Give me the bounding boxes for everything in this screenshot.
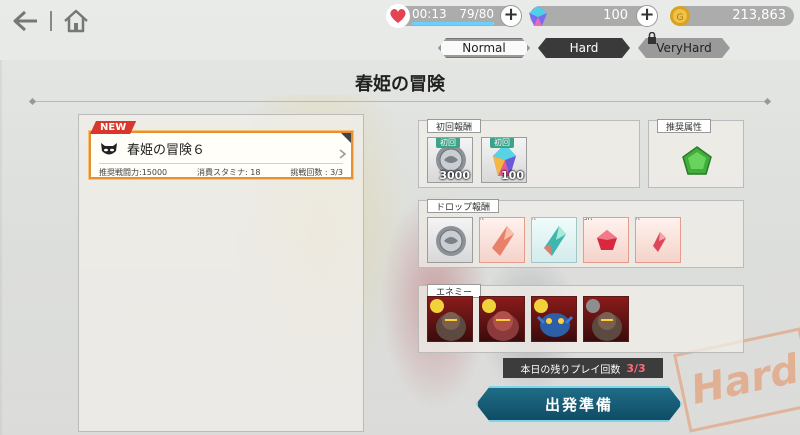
enemy-card[interactable] xyxy=(531,296,577,342)
item-count: 3000 xyxy=(439,169,470,182)
quest-card[interactable]: NEW 春姫の冒険６ 推奨戦闘力:15000 消費スタミナ: 18 挑戦回数 :… xyxy=(89,131,353,179)
chevron-right-icon xyxy=(339,149,347,159)
enemy-element-icon xyxy=(586,299,600,313)
stage-title: 春姫の冒険 xyxy=(355,74,445,95)
demon-mask-icon xyxy=(101,142,117,154)
first-clear-tag: 初回 xyxy=(490,138,514,148)
rarity-label: SR xyxy=(583,217,593,222)
first-reward-label: 初回報酬 xyxy=(427,119,482,133)
remaining-plays: 本日の残りプレイ回数 3/3 xyxy=(503,358,663,378)
gem-display: 100 + xyxy=(529,5,658,27)
remaining-plays-count: 3/3 xyxy=(626,361,646,375)
nav-separator xyxy=(50,11,52,31)
gem-add-button[interactable]: + xyxy=(636,5,658,27)
enemy-element-icon xyxy=(534,299,548,313)
stamina-display: 00:13 79/80 + xyxy=(386,4,522,28)
card-corner-ornament xyxy=(341,133,351,143)
stamina-add-button[interactable]: + xyxy=(500,5,522,27)
lock-icon xyxy=(648,32,656,44)
heart-icon xyxy=(386,4,410,28)
back-button[interactable] xyxy=(10,7,42,35)
recommended-element-panel: 推奨属性 xyxy=(648,119,744,188)
stamina-cost: 消費スタミナ: 18 xyxy=(197,168,261,177)
tab-hard[interactable]: Hard xyxy=(538,38,630,58)
nav-icons xyxy=(10,7,92,35)
stamina-value: 79/80 xyxy=(459,7,494,21)
orange-crystal-icon xyxy=(492,226,514,256)
svg-text:G: G xyxy=(677,13,684,23)
new-badge: NEW xyxy=(90,121,136,134)
quest-info-row: 推奨戦闘力:15000 消費スタミナ: 18 挑戦回数 : 3/3 xyxy=(99,163,343,178)
enemy-panel: エネミー xyxy=(418,284,744,353)
enemy-card[interactable] xyxy=(583,296,629,342)
first-reward-item-silver-coin[interactable]: 初回 3000 xyxy=(427,137,473,183)
gold-count: 213,863 xyxy=(732,8,786,23)
drop-reward-label: ドロップ報酬 xyxy=(427,199,500,213)
teal-crystal-icon xyxy=(544,226,566,256)
stamina-bar xyxy=(412,22,494,25)
quest-name-row: 春姫の冒険６ xyxy=(99,139,205,158)
stage-title-row: 春姫の冒険 xyxy=(30,70,770,102)
enemy-element-icon xyxy=(430,299,444,313)
back-arrow-icon xyxy=(13,10,37,32)
gem-count: 100 xyxy=(603,8,628,23)
silver-coin-icon xyxy=(436,226,466,256)
rarity-label: R xyxy=(635,217,640,222)
drop-reward-panel: ドロップ報酬 R R SR R xyxy=(418,199,744,268)
item-count: 100 xyxy=(501,169,524,182)
top-bar: 00:13 79/80 + 100 + G 213,863 xyxy=(0,0,800,40)
drop-item-red-gem[interactable]: SR xyxy=(583,217,629,263)
quest-name: 春姫の冒険６ xyxy=(127,143,206,158)
rarity-label: R xyxy=(531,217,536,222)
stamina-bar-fill xyxy=(412,22,493,25)
recommended-element-label: 推奨属性 xyxy=(657,119,712,133)
first-reward-item-rainbow-crystal[interactable]: 初回 100 xyxy=(481,137,527,183)
drop-item-silver-coin[interactable] xyxy=(427,217,473,263)
gem-icon xyxy=(526,4,550,28)
tab-veryhard-wrapper: VeryHard xyxy=(638,32,730,58)
quest-list-panel: NEW 春姫の冒険６ 推奨戦闘力:15000 消費スタミナ: 18 挑戦回数 :… xyxy=(78,114,364,432)
stamina-recovery-timer: 00:13 xyxy=(412,7,447,21)
title-divider xyxy=(30,101,770,102)
depart-prepare-button[interactable]: 出発準備 xyxy=(476,386,682,422)
drop-item-orange-crystal[interactable]: R xyxy=(479,217,525,263)
gold-coin-icon: G xyxy=(668,4,692,28)
remaining-plays-label: 本日の残りプレイ回数 xyxy=(520,364,621,376)
enemy-card[interactable] xyxy=(427,296,473,342)
drop-item-small-red-crystal[interactable]: R xyxy=(635,217,681,263)
home-icon xyxy=(64,9,88,33)
rarity-label: R xyxy=(479,217,484,222)
home-button[interactable] xyxy=(60,7,92,35)
drop-item-teal-crystal[interactable]: R xyxy=(531,217,577,263)
enemy-element-icon xyxy=(482,299,496,313)
small-red-crystal-icon xyxy=(653,232,666,252)
green-pentagon-element-icon xyxy=(682,146,712,175)
recommended-power: 推奨戦闘力:15000 xyxy=(99,168,168,177)
first-clear-tag: 初回 xyxy=(436,138,460,148)
first-reward-panel: 初回報酬 初回 3000 初回 100 xyxy=(418,119,640,188)
enemy-card[interactable] xyxy=(479,296,525,342)
tab-normal[interactable]: Normal xyxy=(438,38,530,58)
red-gem-icon xyxy=(597,230,617,250)
attempt-count: 挑戦回数 : 3/3 xyxy=(290,168,343,177)
gold-display: G 213,863 xyxy=(670,6,794,26)
difficulty-tabs: Normal Hard VeryHard xyxy=(438,32,730,58)
